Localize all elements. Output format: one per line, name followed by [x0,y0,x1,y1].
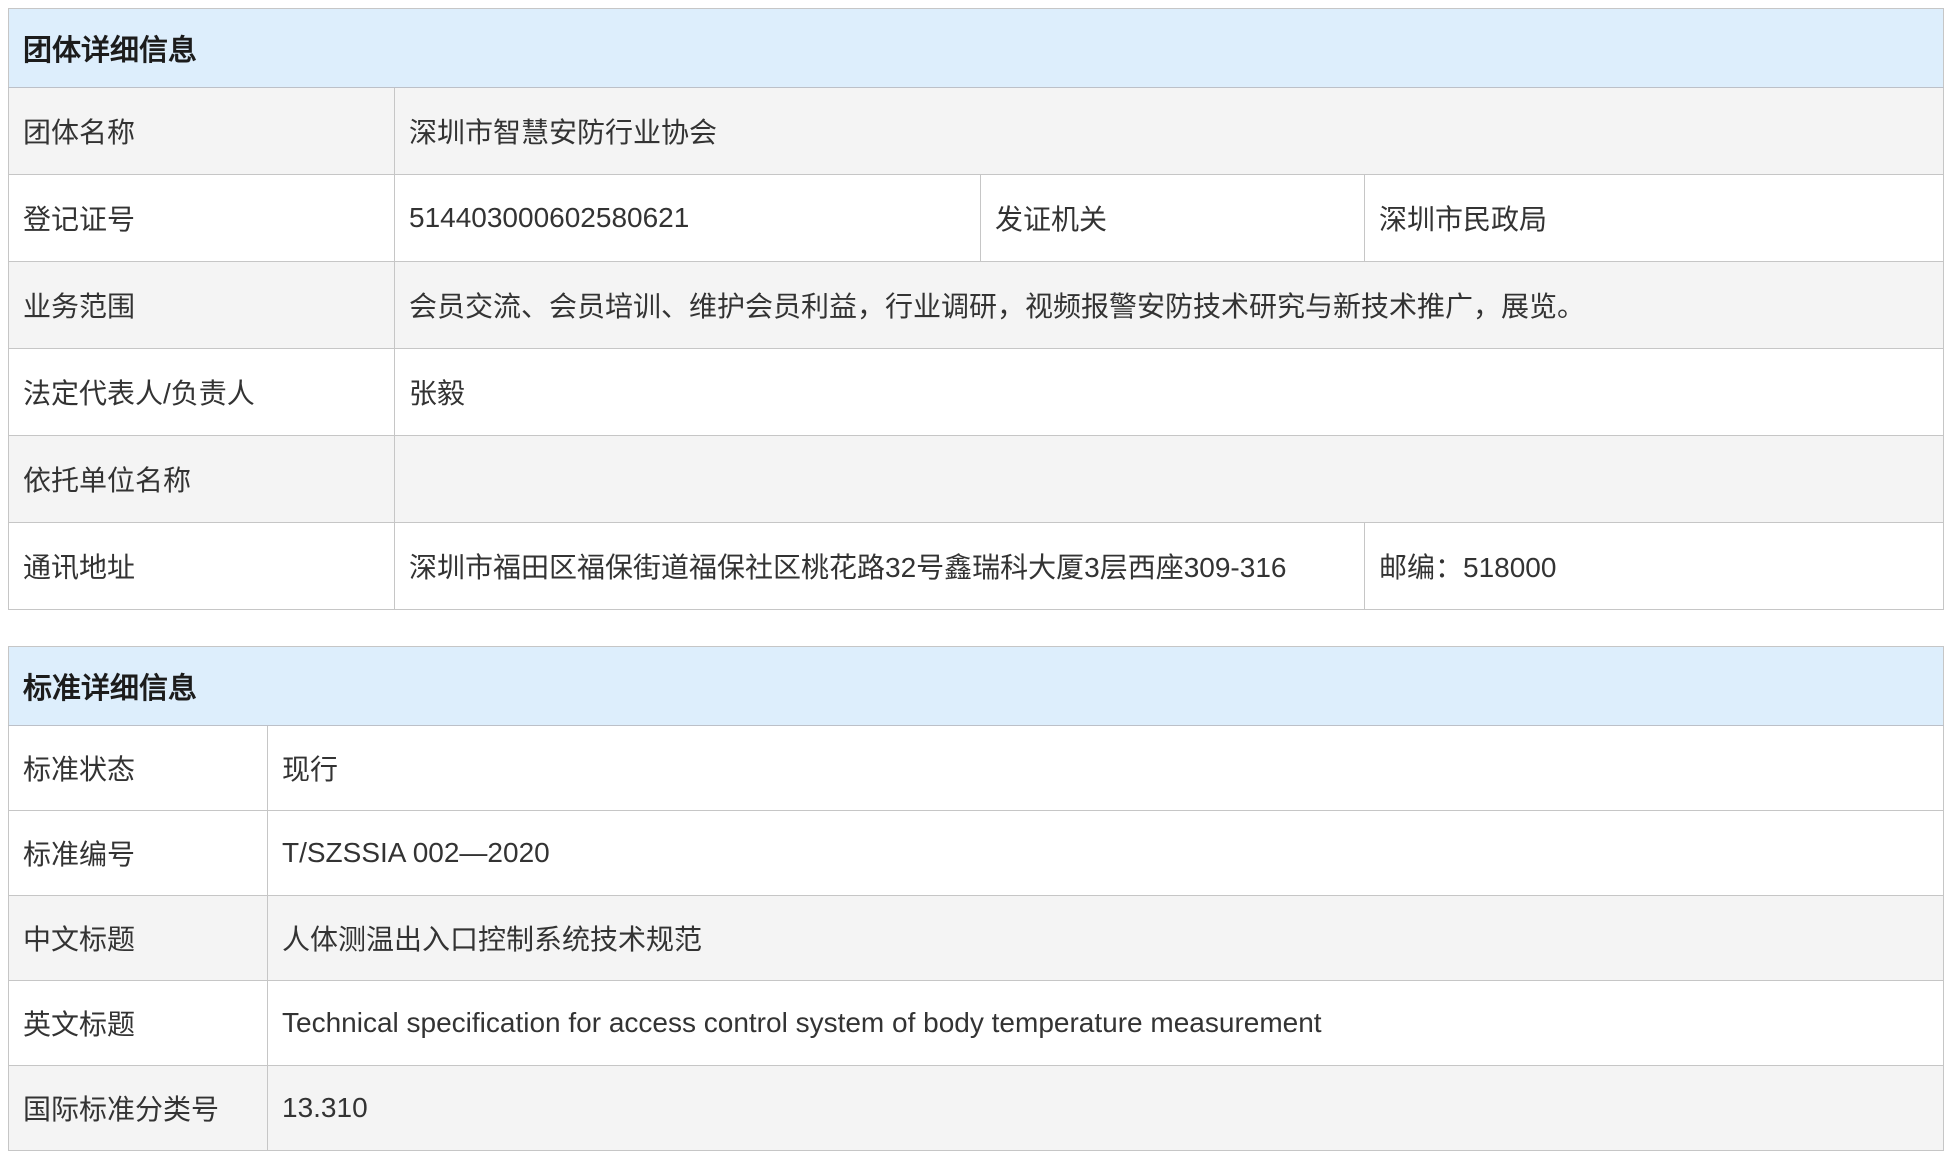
issuing-authority-label: 发证机关 [981,175,1365,262]
table-row: 国际标准分类号 13.310 [9,1066,1944,1151]
table-row: 通讯地址 深圳市福田区福保街道福保社区桃花路32号鑫瑞科大厦3层西座309-31… [9,523,1944,610]
group-table-title: 团体详细信息 [9,9,1944,88]
group-info-table: 团体详细信息 团体名称 深圳市智慧安防行业协会 登记证号 51440300060… [8,8,1944,610]
business-scope-value: 会员交流、会员培训、维护会员利益，行业调研，视频报警安防技术研究与新技术推广，展… [395,262,1944,349]
standard-no-label: 标准编号 [9,811,268,896]
standard-table-title: 标准详细信息 [9,647,1944,726]
group-name-label: 团体名称 [9,88,395,175]
table-row: 团体名称 深圳市智慧安防行业协会 [9,88,1944,175]
standard-status-value: 现行 [268,726,1944,811]
legal-representative-label: 法定代表人/负责人 [9,349,395,436]
chinese-title-label: 中文标题 [9,896,268,981]
english-title-label: 英文标题 [9,981,268,1066]
ics-no-label: 国际标准分类号 [9,1066,268,1151]
registration-no-label: 登记证号 [9,175,395,262]
supporting-unit-label: 依托单位名称 [9,436,395,523]
business-scope-label: 业务范围 [9,262,395,349]
table-row: 依托单位名称 [9,436,1944,523]
english-title-value: Technical specification for access contr… [268,981,1944,1066]
group-name-value: 深圳市智慧安防行业协会 [395,88,1944,175]
supporting-unit-value [395,436,1944,523]
standard-table-header-row: 标准详细信息 [9,647,1944,726]
table-row: 标准编号 T/SZSSIA 002—2020 [9,811,1944,896]
page: 团体详细信息 团体名称 深圳市智慧安防行业协会 登记证号 51440300060… [0,0,1944,1151]
table-row: 英文标题 Technical specification for access … [9,981,1944,1066]
table-row: 登记证号 514403000602580621 发证机关 深圳市民政局 [9,175,1944,262]
standard-info-table: 标准详细信息 标准状态 现行 标准编号 T/SZSSIA 002—2020 中文… [8,646,1944,1151]
legal-representative-value: 张毅 [395,349,1944,436]
address-value: 深圳市福田区福保街道福保社区桃花路32号鑫瑞科大厦3层西座309-316 [395,523,1365,610]
ics-no-value: 13.310 [268,1066,1944,1151]
table-row: 法定代表人/负责人 张毅 [9,349,1944,436]
standard-status-label: 标准状态 [9,726,268,811]
standard-no-value: T/SZSSIA 002—2020 [268,811,1944,896]
address-label: 通讯地址 [9,523,395,610]
table-row: 中文标题 人体测温出入口控制系统技术规范 [9,896,1944,981]
registration-no-value: 514403000602580621 [395,175,981,262]
table-row: 业务范围 会员交流、会员培训、维护会员利益，行业调研，视频报警安防技术研究与新技… [9,262,1944,349]
chinese-title-value: 人体测温出入口控制系统技术规范 [268,896,1944,981]
issuing-authority-value: 深圳市民政局 [1365,175,1944,262]
table-row: 标准状态 现行 [9,726,1944,811]
postcode-value: 邮编：518000 [1365,523,1944,610]
group-table-header-row: 团体详细信息 [9,9,1944,88]
